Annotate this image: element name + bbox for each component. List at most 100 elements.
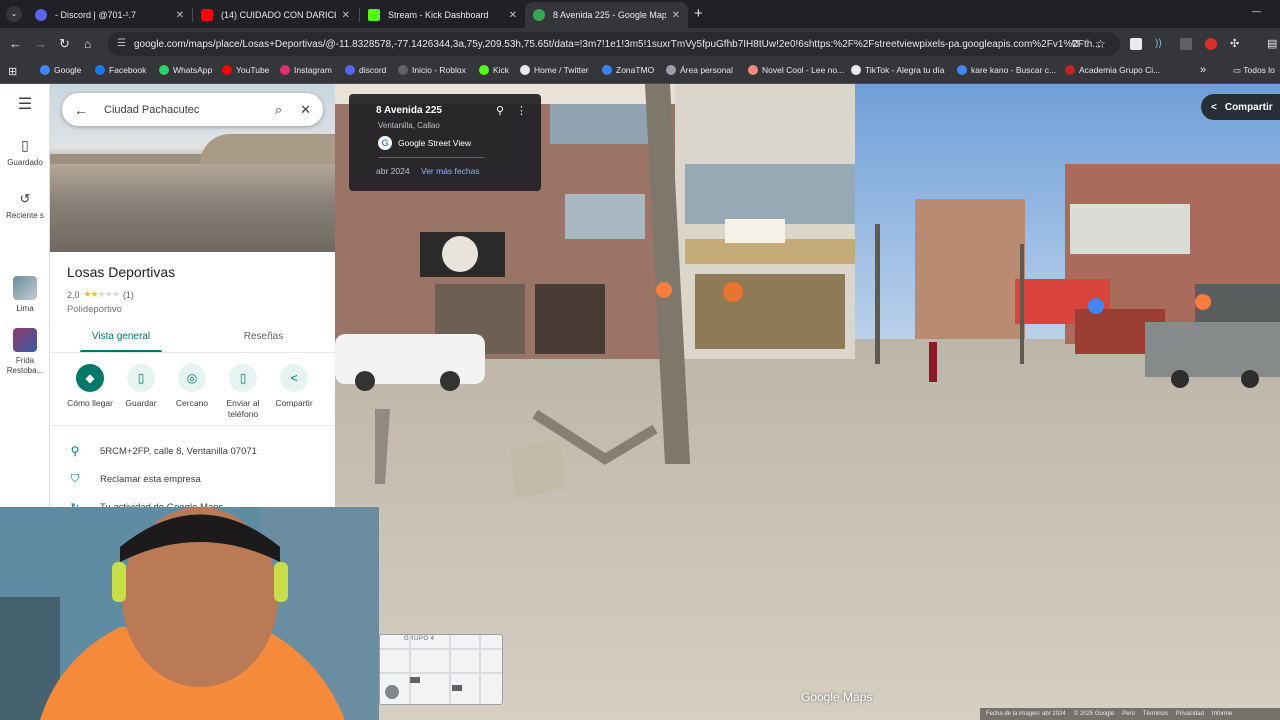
bookmark-favicon-icon bbox=[345, 65, 355, 75]
clear-search-icon[interactable]: ✕ bbox=[300, 102, 311, 118]
close-icon[interactable]: ✕ bbox=[176, 10, 184, 21]
bookmark-item[interactable]: Novel Cool - Lee no... bbox=[748, 65, 844, 75]
address-row[interactable]: ⚲ 5RCM+2FP, calle 8, Ventanilla 07071 bbox=[50, 437, 335, 465]
bookmark-item[interactable]: kare kano - Buscar c... bbox=[957, 65, 1056, 75]
lima-label: Lima bbox=[16, 304, 34, 313]
bookmark-item[interactable]: Kick bbox=[479, 65, 509, 75]
location-pin-icon: ⚲ bbox=[70, 444, 80, 458]
search-box[interactable]: ← Ciudad Pachacutec ⌕ ✕ bbox=[62, 93, 323, 126]
image-date-text: Fecha de la imagen: abr 2024 bbox=[986, 711, 1066, 717]
bookmark-favicon-icon bbox=[280, 65, 290, 75]
bookmark-item[interactable]: ZonaTMO bbox=[602, 65, 654, 75]
hamburger-menu-icon: ☰ bbox=[17, 96, 33, 113]
menu-button[interactable]: ☰ bbox=[0, 97, 50, 113]
bookmarks-overflow-icon[interactable]: » bbox=[1200, 64, 1206, 76]
save-button[interactable]: ▯ Guardar bbox=[115, 364, 167, 409]
tab-label: Vista general bbox=[91, 331, 151, 342]
address-text: 5RCM+2FP, calle 8, Ventanilla 07071 bbox=[100, 445, 257, 457]
country-link[interactable]: Perú bbox=[1122, 711, 1135, 717]
star-rating: ★★★★★ bbox=[83, 289, 120, 299]
tab-youtube[interactable]: (14) CUIDADO CON DARICK28/ ✕ bbox=[193, 2, 358, 28]
tab-google-maps[interactable]: 8 Avenida 225 - Google Maps ✕ bbox=[525, 2, 688, 28]
search-input[interactable]: Ciudad Pachacutec bbox=[104, 104, 275, 116]
bookmark-item[interactable]: Google bbox=[40, 65, 81, 75]
bookmark-favicon-icon bbox=[666, 65, 676, 75]
bookmark-favicon-icon bbox=[520, 65, 530, 75]
recent-place-lima[interactable]: Lima bbox=[0, 276, 50, 314]
side-panel-icon[interactable]: ▤ bbox=[1267, 36, 1277, 52]
search-icon[interactable]: ⌕ bbox=[275, 102, 282, 118]
share-button[interactable]: < Compartir bbox=[1201, 94, 1280, 120]
street-view-panorama[interactable]: 8 Avenida 225 Ventanilla, Callao ⚲ ⋮ G G… bbox=[335, 84, 1280, 720]
street-view-label: Google Street View bbox=[398, 138, 472, 148]
bookmark-item[interactable]: Facebook bbox=[95, 65, 146, 75]
bookmark-item[interactable]: YouTube bbox=[222, 65, 269, 75]
place-category[interactable]: Polideportivo bbox=[67, 304, 122, 315]
youtube-icon bbox=[201, 9, 213, 21]
review-count[interactable]: (1) bbox=[123, 290, 134, 300]
tab-reviews[interactable]: Reseñas bbox=[192, 320, 335, 352]
tab-discord[interactable]: - Discord | @701-¹.7 ✕ bbox=[27, 2, 192, 28]
site-settings-icon[interactable]: ☰ bbox=[117, 38, 126, 49]
bookmark-favicon-icon bbox=[159, 65, 169, 75]
tab-kick[interactable]: Stream - Kick Dashboard ✕ bbox=[360, 2, 525, 28]
bookmark-label: Área personal bbox=[680, 65, 733, 75]
home-icon[interactable]: ⌂ bbox=[84, 36, 91, 52]
recents-button[interactable]: ↺ Reciente s bbox=[0, 192, 50, 221]
directions-button[interactable]: ◆ Cómo llegar bbox=[64, 364, 116, 409]
map-layer-icon[interactable] bbox=[385, 685, 399, 699]
tab-overview[interactable]: Vista general bbox=[50, 320, 192, 352]
minimize-window-button[interactable]: — bbox=[1252, 6, 1261, 16]
share-button[interactable]: < Compartir bbox=[268, 364, 320, 409]
verified-shield-icon: ⛉ bbox=[70, 472, 80, 485]
extension-audio-icon[interactable]: )) bbox=[1155, 36, 1162, 52]
send-to-phone-button[interactable]: ▯ Enviar al teléfono bbox=[217, 364, 269, 420]
close-icon[interactable]: ✕ bbox=[509, 10, 517, 21]
folder-icon: ▭ bbox=[1233, 65, 1244, 75]
bookmark-item[interactable]: WhatsApp bbox=[159, 65, 212, 75]
action-label: Guardar bbox=[125, 398, 157, 408]
install-app-icon[interactable]: ⧉ bbox=[1072, 36, 1080, 52]
back-arrow-icon[interactable]: ← bbox=[9, 36, 22, 52]
bookmark-star-icon[interactable]: ☆ bbox=[1095, 36, 1106, 52]
terms-link[interactable]: Términos bbox=[1143, 711, 1168, 717]
minimap[interactable]: GRUPO 4 bbox=[379, 634, 503, 705]
more-options-icon[interactable]: ⋮ bbox=[516, 104, 527, 117]
extensions-puzzle-icon[interactable]: ✣ bbox=[1230, 36, 1239, 52]
claim-business-text: Reclamar esta empresa bbox=[100, 473, 201, 485]
close-icon[interactable]: ✕ bbox=[342, 10, 350, 21]
all-bookmarks-folder[interactable]: ▭ Todos lo bbox=[1233, 65, 1275, 76]
bookmark-item[interactable]: Área personal bbox=[666, 65, 733, 75]
recent-place-frida[interactable]: Frida Restoba... bbox=[0, 328, 50, 376]
close-icon[interactable]: ✕ bbox=[672, 10, 680, 21]
new-tab-button[interactable]: + bbox=[694, 5, 703, 22]
tab-title: (14) CUIDADO CON DARICK28/ bbox=[221, 10, 336, 20]
location-pin-icon[interactable]: ⚲ bbox=[496, 104, 504, 117]
frida-thumbnail bbox=[13, 328, 37, 352]
bookmark-item[interactable]: discord bbox=[345, 65, 386, 75]
claim-business-row[interactable]: ⛉ Reclamar esta empresa bbox=[50, 465, 335, 493]
bookmark-item[interactable]: Academia Grupo Ci... bbox=[1065, 65, 1160, 75]
extension-square-icon[interactable] bbox=[1180, 38, 1192, 50]
address-bar[interactable]: ☰ google.com/maps/place/Losas+Deportivas… bbox=[108, 32, 1120, 56]
tab-search-button[interactable]: ⌄ bbox=[6, 6, 22, 22]
nearby-button[interactable]: ◎ Cercano bbox=[166, 364, 218, 409]
back-arrow-icon[interactable]: ← bbox=[74, 102, 88, 118]
extension-mail-icon[interactable] bbox=[1130, 38, 1142, 50]
more-dates-link[interactable]: Ver más fechas bbox=[421, 166, 480, 176]
reload-icon[interactable]: ↻ bbox=[59, 36, 70, 52]
report-link[interactable]: Informe bbox=[1212, 711, 1232, 717]
action-label: Cómo llegar bbox=[67, 398, 113, 408]
extension-record-icon[interactable] bbox=[1205, 38, 1217, 50]
bookmark-item[interactable]: Instagram bbox=[280, 65, 332, 75]
bookmark-item[interactable]: Home / Twitter bbox=[520, 65, 589, 75]
bookmark-item[interactable]: TikTok - Alegra tu día bbox=[851, 65, 945, 75]
bookmark-item[interactable]: Inicio - Roblox bbox=[398, 65, 466, 75]
apps-grid-icon[interactable]: ⊞ bbox=[8, 65, 17, 78]
bookmark-label: TikTok - Alegra tu día bbox=[865, 65, 945, 75]
forward-arrow-icon[interactable]: → bbox=[34, 36, 47, 52]
privacy-link[interactable]: Privacidad bbox=[1176, 711, 1204, 717]
share-label: Compartir bbox=[1224, 101, 1273, 113]
saved-button[interactable]: ▯ Guardado bbox=[0, 138, 50, 168]
tab-title: Stream - Kick Dashboard bbox=[388, 10, 489, 20]
